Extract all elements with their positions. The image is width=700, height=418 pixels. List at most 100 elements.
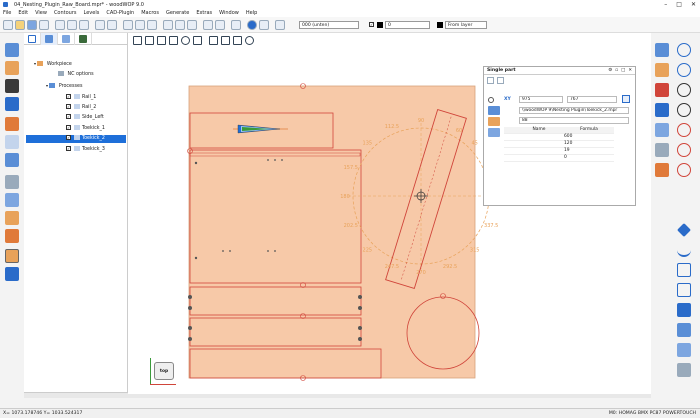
layer-select[interactable]: From layer	[445, 21, 487, 29]
arc2-tool-icon[interactable]	[677, 63, 691, 77]
color-select[interactable]: 0	[385, 21, 430, 29]
help-icon[interactable]	[247, 20, 257, 30]
copy-icon[interactable]	[67, 20, 77, 30]
formula-cell[interactable]: 19	[564, 148, 614, 154]
menu-levels[interactable]: Levels	[84, 10, 100, 16]
view-cube[interactable]: top	[150, 358, 180, 386]
text-tool-icon[interactable]	[5, 97, 19, 111]
panel-settings-icon[interactable]: ⚙	[608, 68, 612, 73]
menu-cad-plugin[interactable]: CAD-Plugin	[106, 10, 134, 16]
item-checkbox[interactable]: ✓	[66, 125, 71, 130]
tab-book[interactable]	[75, 33, 92, 45]
menu-view[interactable]: View	[35, 10, 47, 16]
spline-tool-icon[interactable]	[677, 243, 691, 257]
drill-icon[interactable]	[163, 20, 173, 30]
batch-tool-icon[interactable]	[677, 343, 691, 357]
vertical-tool-icon[interactable]	[5, 211, 19, 225]
table-row[interactable]: 120	[504, 141, 614, 148]
item-checkbox[interactable]: ✓	[66, 114, 71, 119]
formula-cell[interactable]: 0	[564, 155, 614, 161]
tree-item-nc-options[interactable]: NC options	[58, 71, 94, 79]
stretch-tool-icon[interactable]	[655, 123, 669, 137]
circle-tool-icon[interactable]	[5, 153, 19, 167]
rotation-field[interactable]: 88	[519, 117, 629, 124]
tab-variables[interactable]	[58, 33, 75, 45]
table-row[interactable]: 0	[504, 155, 614, 162]
table-row[interactable]: 600	[504, 134, 614, 141]
minimize-button[interactable]: –	[664, 1, 667, 8]
saw-icon[interactable]	[175, 20, 185, 30]
move-tool-icon[interactable]	[655, 83, 669, 97]
line-icon[interactable]	[135, 20, 145, 30]
export-tool-icon[interactable]	[677, 363, 691, 377]
tree-bottom-scroll[interactable]	[24, 392, 128, 398]
formula-cell[interactable]: 600	[564, 134, 614, 140]
tree-item-rail-2[interactable]: ✓ Rail_2	[66, 104, 96, 112]
open-file-icon[interactable]	[15, 20, 25, 30]
info-icon[interactable]	[259, 20, 269, 30]
menu-file[interactable]: File	[3, 10, 11, 16]
measure-tool-icon[interactable]	[655, 143, 669, 157]
snap-tool-icon[interactable]	[655, 163, 669, 177]
panel-close-icon[interactable]: ✕	[628, 68, 632, 73]
panel-pin-icon[interactable]: ▫	[615, 68, 618, 73]
drill-tool-icon[interactable]	[5, 229, 19, 243]
item-checkbox[interactable]: ✓	[66, 94, 71, 99]
contour-tool-icon[interactable]	[5, 43, 19, 57]
point-tool-icon[interactable]	[5, 79, 19, 93]
circle-3p-icon[interactable]	[677, 103, 691, 117]
pick-point-icon[interactable]	[622, 95, 630, 103]
arc-icon[interactable]	[147, 20, 157, 30]
machine-icon[interactable]	[215, 20, 225, 30]
edit-tool-icon[interactable]	[5, 61, 19, 75]
cut-icon[interactable]	[55, 20, 65, 30]
tree-item-toekick-1[interactable]: ✓ Toekick_1	[66, 125, 105, 133]
layers-tool-icon[interactable]	[5, 193, 19, 207]
tree-item-workpiece[interactable]: ▾ Workpiece	[34, 60, 72, 68]
circle-small-icon[interactable]	[677, 163, 691, 177]
tree-item-processes[interactable]: ▾ Processes	[46, 82, 82, 90]
rect-tool-icon[interactable]	[677, 283, 691, 297]
text-3d-icon[interactable]	[677, 303, 691, 317]
nesting-tool-icon[interactable]	[5, 249, 19, 263]
tab-processes[interactable]	[41, 33, 58, 45]
menu-edit[interactable]: Edit	[18, 10, 28, 16]
save-icon[interactable]	[27, 20, 37, 30]
level-select[interactable]: 000 (unten)	[299, 21, 359, 29]
document-tool-icon[interactable]	[5, 175, 19, 189]
undo-icon[interactable]	[95, 20, 105, 30]
polyline-tool-icon[interactable]	[677, 263, 691, 277]
contour-icon[interactable]	[123, 20, 133, 30]
circle-tan-icon[interactable]	[677, 143, 691, 157]
grid-icon[interactable]	[275, 20, 285, 30]
tree-item-toekick-3[interactable]: ✓ Toekick_3	[66, 146, 105, 154]
copy-tool-icon[interactable]	[655, 103, 669, 117]
tree-item-side-left[interactable]: ✓ Side_Left	[66, 114, 104, 122]
part-file-field[interactable]: \\woodWOP 9\Nesting Plugin\Toekick_2.mpr	[519, 107, 629, 114]
menu-window[interactable]: Window	[219, 10, 239, 16]
tree-item-toekick-2[interactable]: ✓ Toekick_2	[26, 135, 126, 143]
circle-2p-icon[interactable]	[677, 123, 691, 137]
menu-extras[interactable]: Extras	[196, 10, 212, 16]
color-checkbox[interactable]: ✓	[369, 22, 374, 27]
rectangle-tool-icon[interactable]	[5, 135, 19, 149]
print-icon[interactable]	[39, 20, 49, 30]
circle-center-icon[interactable]	[677, 83, 691, 97]
new-file-icon[interactable]	[3, 20, 13, 30]
panel-float-icon[interactable]: □	[621, 68, 625, 73]
tab-geometry[interactable]	[24, 33, 41, 45]
menu-generate[interactable]: Generate	[166, 10, 189, 16]
menu-macros[interactable]: Macros	[141, 10, 159, 16]
paste-icon[interactable]	[79, 20, 89, 30]
canvas-hscroll[interactable]	[128, 394, 651, 398]
sketch-tool-icon[interactable]	[677, 223, 691, 237]
maximize-button[interactable]: □	[676, 1, 682, 8]
angle-tool-icon[interactable]	[655, 63, 669, 77]
arc-tool-icon[interactable]	[677, 43, 691, 57]
saw-tool-icon[interactable]	[5, 267, 19, 281]
x-position-field[interactable]: 975	[519, 96, 563, 103]
tree-item-rail-1[interactable]: ✓ Rail_1	[66, 94, 96, 102]
table-row[interactable]: 19	[504, 148, 614, 155]
item-checkbox[interactable]: ✓	[66, 146, 71, 151]
redo-icon[interactable]	[497, 77, 504, 84]
